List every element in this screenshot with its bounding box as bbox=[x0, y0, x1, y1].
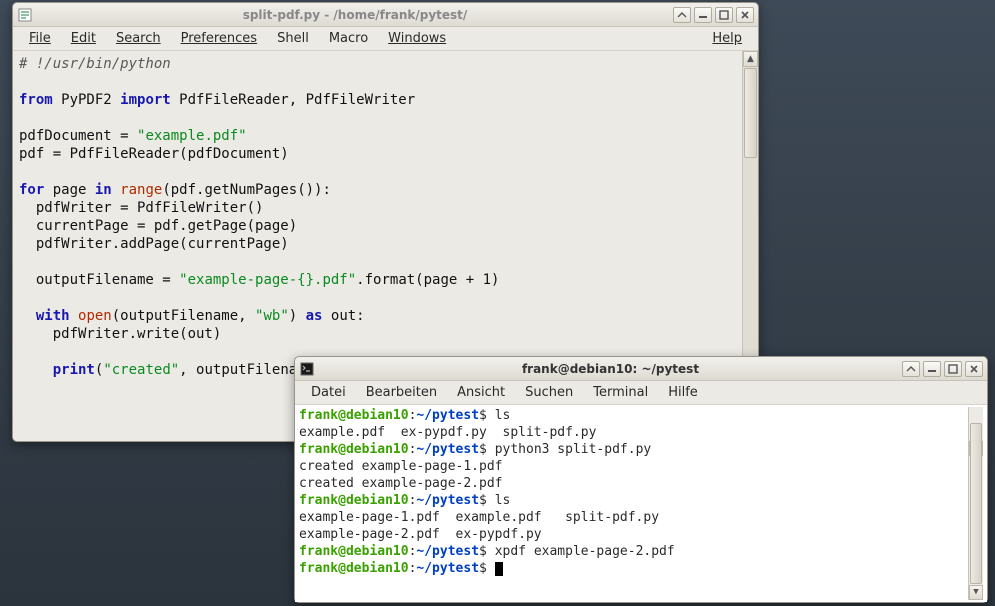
editor-title: split-pdf.py - /home/frank/pytest/ bbox=[37, 8, 673, 22]
maximize-button[interactable] bbox=[715, 7, 733, 23]
terminal-scrollbar[interactable]: ▲ ▼ bbox=[968, 407, 983, 600]
menu-edit[interactable]: Edit bbox=[61, 29, 106, 48]
minimize-button[interactable] bbox=[923, 361, 941, 377]
terminal-window: frank@debian10: ~/pytest Datei Bearbeite… bbox=[294, 356, 988, 603]
menu-suchen[interactable]: Suchen bbox=[515, 383, 583, 402]
scroll-thumb[interactable] bbox=[744, 68, 757, 158]
editor-menubar: File Edit Search Preferences Shell Macro… bbox=[13, 27, 758, 51]
terminal-cursor bbox=[495, 562, 503, 576]
terminal-output: frank@debian10:~/pytest$ ls example.pdf … bbox=[299, 407, 968, 600]
menu-windows[interactable]: Windows bbox=[378, 29, 456, 48]
editor-window-controls bbox=[673, 7, 758, 23]
menu-bearbeiten[interactable]: Bearbeiten bbox=[356, 383, 447, 402]
menu-macro[interactable]: Macro bbox=[319, 29, 378, 48]
maximize-button[interactable] bbox=[944, 361, 962, 377]
terminal-window-controls bbox=[902, 361, 987, 377]
close-button[interactable] bbox=[736, 7, 754, 23]
editor-titlebar[interactable]: split-pdf.py - /home/frank/pytest/ bbox=[13, 3, 758, 27]
menu-terminal[interactable]: Terminal bbox=[583, 383, 658, 402]
menu-search[interactable]: Search bbox=[106, 29, 171, 48]
menu-file[interactable]: File bbox=[19, 29, 61, 48]
menu-preferences[interactable]: Preferences bbox=[171, 29, 267, 48]
scroll-up-icon[interactable]: ▲ bbox=[743, 51, 758, 67]
terminal-body[interactable]: frank@debian10:~/pytest$ ls example.pdf … bbox=[295, 405, 987, 602]
shade-button[interactable] bbox=[902, 361, 920, 377]
editor-app-icon bbox=[17, 7, 33, 23]
scroll-thumb[interactable] bbox=[970, 423, 982, 584]
terminal-titlebar[interactable]: frank@debian10: ~/pytest bbox=[295, 357, 987, 381]
menu-help[interactable]: Help bbox=[702, 29, 752, 48]
menu-ansicht[interactable]: Ansicht bbox=[447, 383, 515, 402]
scroll-down-icon[interactable]: ▼ bbox=[969, 585, 983, 600]
shade-button[interactable] bbox=[673, 7, 691, 23]
close-button[interactable] bbox=[965, 361, 983, 377]
menu-hilfe[interactable]: Hilfe bbox=[658, 383, 708, 402]
menu-shell[interactable]: Shell bbox=[267, 29, 319, 48]
minimize-button[interactable] bbox=[694, 7, 712, 23]
terminal-menubar: Datei Bearbeiten Ansicht Suchen Terminal… bbox=[295, 381, 987, 405]
terminal-app-icon bbox=[299, 361, 315, 377]
menu-datei[interactable]: Datei bbox=[301, 383, 356, 402]
terminal-title: frank@debian10: ~/pytest bbox=[319, 362, 902, 376]
